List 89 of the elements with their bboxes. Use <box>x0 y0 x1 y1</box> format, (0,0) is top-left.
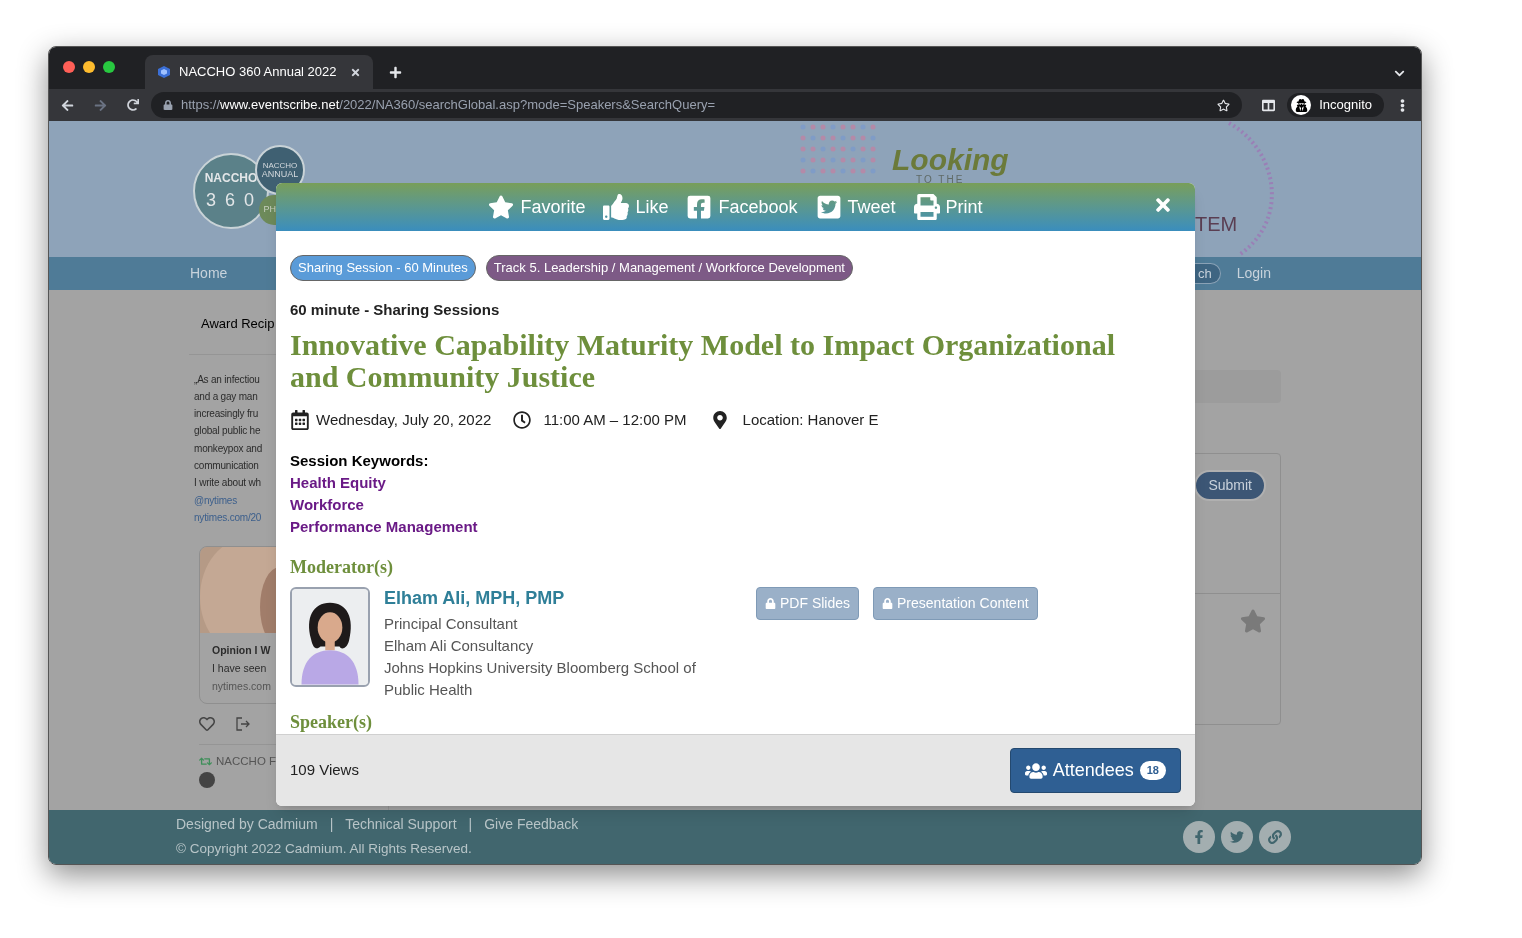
locked-resource-button[interactable]: PDF Slides <box>756 587 860 620</box>
browser-tab[interactable]: NACCHO 360 Annual 2022 <box>145 55 373 89</box>
close-window-control[interactable] <box>63 61 75 73</box>
nav-link[interactable]: Login <box>1236 263 1271 284</box>
action-button[interactable]: Facebook <box>686 193 798 221</box>
banner-text: TEM <box>1195 212 1238 237</box>
clock-icon <box>513 411 532 430</box>
facebook-icon[interactable] <box>1183 821 1215 853</box>
attendees-button[interactable]: Attendees 18 <box>1009 748 1181 793</box>
new-tab-icon[interactable] <box>389 66 402 79</box>
keyword-link[interactable]: Workforce <box>290 494 1181 516</box>
banner-headline: Looking <box>892 145 1009 175</box>
tweet-link[interactable]: @nytimes <box>194 491 237 509</box>
avatar-icon <box>199 772 215 789</box>
session-title: Innovative Capability Maturity Model to Impact Organizational and Community Justice <box>290 329 1116 393</box>
footer-link[interactable]: Give Feedback <box>484 814 579 836</box>
calendar-icon <box>290 410 310 431</box>
session-date: Wednesday, July 20, 2022 <box>316 410 492 430</box>
close-icon[interactable] <box>350 66 361 78</box>
separator-text: | <box>468 815 473 835</box>
nav-link[interactable]: Home <box>190 263 228 284</box>
submit-button[interactable]: Submit <box>1194 470 1266 501</box>
views-count: 109 Views <box>290 760 359 781</box>
search-button[interactable]: ch <box>1194 262 1221 285</box>
card-text: I have seen <box>212 661 267 677</box>
twitter-icon <box>815 194 842 220</box>
bookmark-star-icon[interactable] <box>1217 98 1231 112</box>
retweet-text: NACCHO F <box>216 754 277 770</box>
session-time: 11:00 AM – 12:00 PM <box>543 410 687 430</box>
lock-icon <box>882 598 894 609</box>
keyword-link[interactable]: Performance Management <box>290 516 1181 538</box>
moderator-detail: Elham Ali Consultancy <box>384 636 535 656</box>
thumbs-up-icon <box>603 194 630 220</box>
copyright-text: © Copyright 2022 Cadmium. All Rights Reserved. <box>176 840 473 859</box>
moderator-detail: Principal Consultant <box>384 614 519 634</box>
session-type: 60 minute - Sharing Sessions <box>290 299 501 320</box>
card-title: Opinion I W <box>212 643 271 659</box>
forward-icon[interactable] <box>94 98 107 112</box>
footer-link[interactable]: Technical Support <box>345 814 457 836</box>
banner-subline: TO THE <box>916 175 965 185</box>
link-icon[interactable] <box>1259 821 1291 853</box>
star-icon[interactable] <box>1240 608 1266 634</box>
facebook-icon <box>686 194 713 220</box>
action-button[interactable]: Favorite <box>488 193 586 221</box>
action-button[interactable]: Like <box>603 193 669 221</box>
tweet-text: monkeypox and <box>194 441 262 456</box>
tweet-text: I write about wh <box>194 476 261 491</box>
speakers-heading: Speaker(s) <box>290 711 373 734</box>
reload-icon[interactable] <box>127 99 139 111</box>
heart-icon[interactable] <box>199 716 215 733</box>
sidebar-heading: Award Recip <box>201 315 276 333</box>
session-location: Location: Hanover E <box>742 410 879 430</box>
action-button[interactable]: Tweet <box>815 193 896 221</box>
tag[interactable]: Track 5. Leadership / Management / Workforce Development <box>485 255 853 281</box>
tweet-text: „As an infectiou <box>194 372 260 387</box>
zoom-window-control[interactable] <box>103 61 115 73</box>
tweet-text: increasingly fru <box>194 407 259 422</box>
moderator-name[interactable]: Elham Ali, MPH, PMP <box>384 587 734 609</box>
tweet-text: communication <box>194 459 259 473</box>
lock-icon <box>765 598 776 609</box>
tweet-link[interactable]: nytimes.com/20 <box>194 508 262 527</box>
footer-link[interactable]: Designed by Cadmium <box>176 814 318 836</box>
incognito-icon <box>1294 98 1308 112</box>
minimize-window-control[interactable] <box>83 61 95 73</box>
side-panel-icon[interactable] <box>1262 98 1276 112</box>
tweet-text: and a gay man <box>194 389 258 404</box>
tab-title: NACCHO 360 Annual 2022 <box>179 63 338 82</box>
star-icon <box>488 194 515 220</box>
locked-resource-button[interactable]: Presentation Content <box>873 587 1038 620</box>
profile-button[interactable]: Incognito <box>1287 93 1384 117</box>
attendee-count: 18 <box>1139 761 1166 780</box>
lock-icon <box>163 100 173 110</box>
printer-icon <box>913 194 940 220</box>
twitter-icon[interactable] <box>1221 821 1253 853</box>
share-icon[interactable] <box>235 716 251 733</box>
tweet-text: global public he <box>194 424 261 439</box>
tag[interactable]: Sharing Session - 60 Minutes <box>290 255 476 281</box>
separator-text: | <box>329 815 334 835</box>
action-button[interactable]: Print <box>913 193 983 221</box>
chevron-down-icon[interactable] <box>1394 68 1405 79</box>
keyword-link[interactable]: Health Equity <box>290 472 1181 494</box>
moderator-detail: Johns Hopkins University Bloomberg School of Public Health <box>384 658 697 700</box>
back-icon[interactable] <box>61 98 74 112</box>
address-field[interactable]: https://www.eventscribe.net/2022/NA360/searchGlobal.asp?mode=Speakers&SearchQuery= <box>151 92 1243 118</box>
keywords-label: Session Keywords: <box>290 450 430 471</box>
url-text: https://www.eventscribe.net/2022/NA360/searchGlobal.asp?mode=Speakers&SearchQuery= <box>181 96 716 115</box>
site-icon <box>157 65 171 79</box>
location-pin-icon <box>710 411 729 430</box>
card-source: nytimes.com <box>212 679 271 695</box>
